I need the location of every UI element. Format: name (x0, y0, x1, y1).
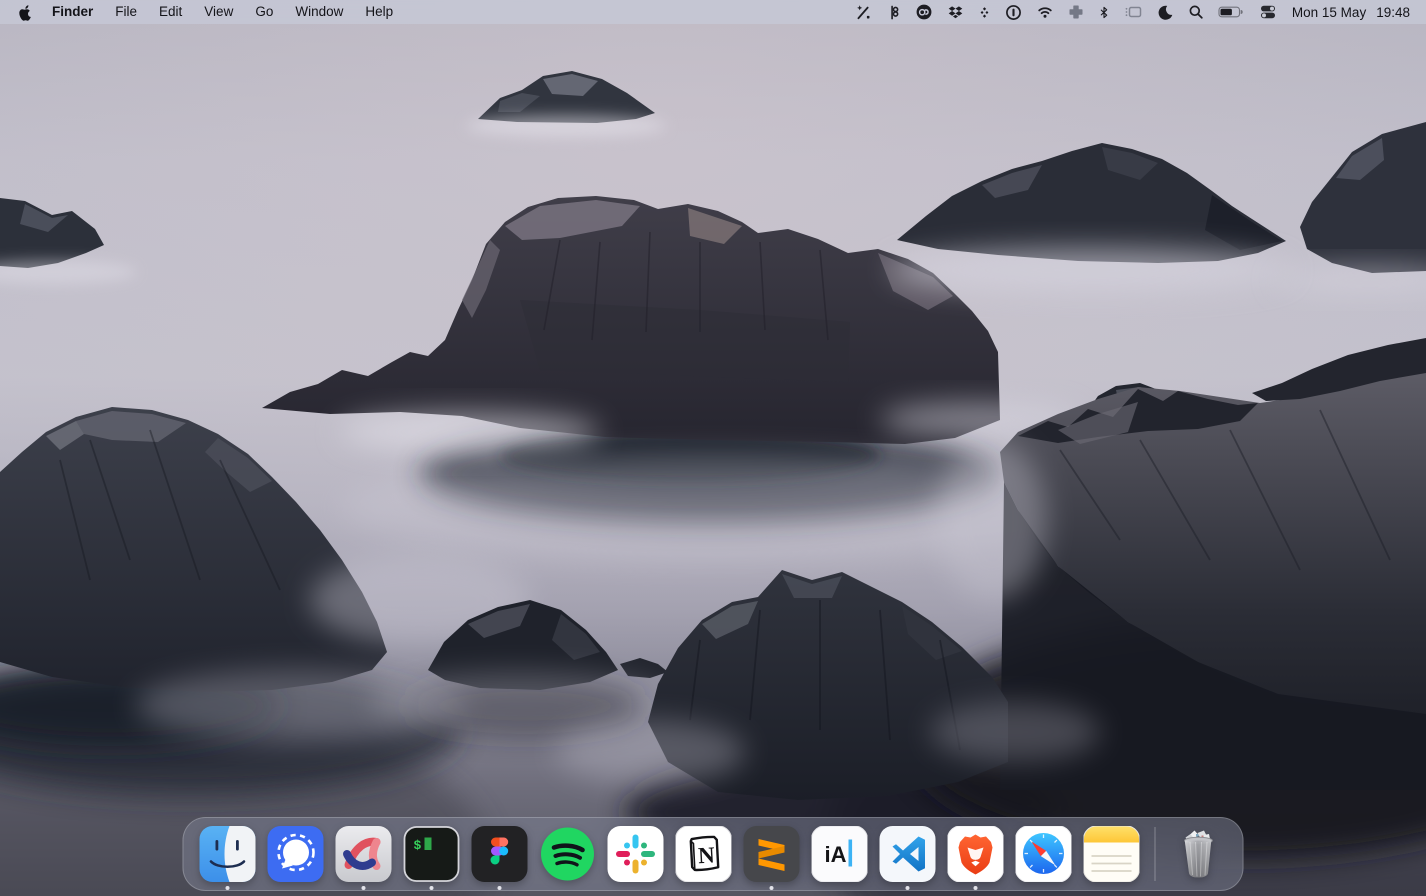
bluetooth-icon[interactable] (1091, 0, 1117, 24)
menu-file[interactable]: File (104, 0, 148, 24)
running-indicator (226, 886, 230, 890)
spotlight-search-icon[interactable] (1181, 0, 1211, 24)
dock-app-figma[interactable] (472, 826, 528, 882)
dock-app-notion[interactable]: N (676, 826, 732, 882)
menu-bar: Finder File Edit View Go Window Help (0, 0, 1426, 24)
running-indicator (770, 886, 774, 890)
running-indicator (974, 886, 978, 890)
control-center-icon[interactable] (1252, 0, 1284, 24)
magic-wand-icon[interactable] (848, 0, 879, 24)
menu-clock[interactable]: Mon 15 May 19:48 (1284, 5, 1414, 20)
dock-app-sublime-text[interactable] (744, 826, 800, 882)
clock-date: Mon 15 May (1292, 5, 1366, 20)
dock-app-notes[interactable] (1084, 826, 1140, 882)
power-ring-icon[interactable] (998, 0, 1029, 24)
svg-text:N: N (697, 842, 715, 868)
dock-app-brave[interactable] (948, 826, 1004, 882)
menu-help[interactable]: Help (354, 0, 404, 24)
dock-app-craft[interactable] (336, 826, 392, 882)
menu-window[interactable]: Window (284, 0, 354, 24)
adobe-creative-cloud-icon[interactable] (908, 0, 940, 24)
dock-app-slack[interactable] (608, 826, 664, 882)
running-indicator (906, 886, 910, 890)
apple-logo-icon (18, 4, 33, 21)
dock-app-safari[interactable] (1016, 826, 1072, 882)
desktop-wallpaper (0, 0, 1426, 896)
battery-icon[interactable] (1211, 0, 1252, 24)
diamonds-icon[interactable] (971, 0, 998, 24)
wifi-icon[interactable] (1029, 0, 1061, 24)
dock-app-signal[interactable] (268, 826, 324, 882)
dock-app-spotify[interactable] (540, 826, 596, 882)
apple-menu[interactable] (0, 4, 45, 21)
dock-app-terminal[interactable]: $ (404, 826, 460, 882)
running-indicator (362, 886, 366, 890)
dock-separator (1155, 827, 1156, 881)
dock: $ (183, 817, 1244, 891)
clock-time: 19:48 (1376, 5, 1410, 20)
clip-tool-icon[interactable] (879, 0, 908, 24)
dock-app-vscode[interactable] (880, 826, 936, 882)
display-mirroring-icon[interactable] (1117, 0, 1150, 24)
menu-edit[interactable]: Edit (148, 0, 193, 24)
svg-text:$: $ (414, 838, 422, 853)
health-plus-icon[interactable] (1061, 0, 1091, 24)
menu-view[interactable]: View (193, 0, 244, 24)
dock-app-ia-writer[interactable]: iA (812, 826, 868, 882)
svg-text:iA: iA (825, 842, 847, 867)
menu-go[interactable]: Go (244, 0, 284, 24)
running-indicator (498, 886, 502, 890)
dock-app-finder[interactable] (200, 826, 256, 882)
dropbox-icon[interactable] (940, 0, 971, 24)
battery-fill (1220, 9, 1231, 16)
focus-moon-icon[interactable] (1150, 0, 1181, 24)
dock-trash-full[interactable] (1171, 826, 1227, 882)
menu-app-name[interactable]: Finder (45, 0, 104, 24)
running-indicator (430, 886, 434, 890)
